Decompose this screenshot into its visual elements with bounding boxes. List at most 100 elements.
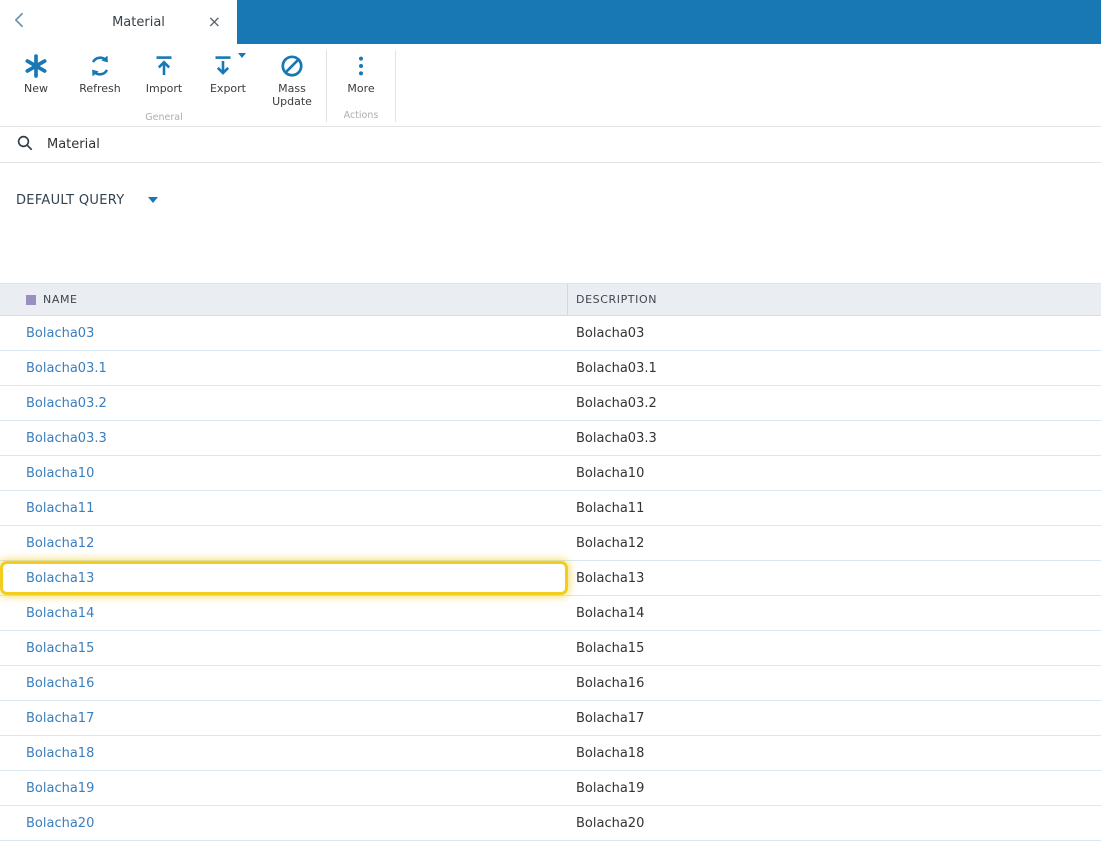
row-name-cell: Bolacha19 <box>0 771 568 805</box>
export-button[interactable]: Export <box>196 44 260 108</box>
column-header-description[interactable]: DESCRIPTION <box>568 284 1101 315</box>
back-button[interactable] <box>0 0 40 44</box>
column-type-marker-icon <box>26 294 36 305</box>
table-row[interactable]: Bolacha20 Bolacha20 <box>0 806 1101 841</box>
new-button[interactable]: New <box>4 44 68 108</box>
query-selector-label[interactable]: DEFAULT QUERY <box>16 193 124 208</box>
row-description: Bolacha17 <box>576 710 645 726</box>
row-name-cell: Bolacha12 <box>0 526 568 560</box>
title-bar <box>237 0 1101 44</box>
row-name-cell: Bolacha14 <box>0 596 568 630</box>
toolbar-separator <box>326 50 327 122</box>
row-description: Bolacha18 <box>576 745 645 761</box>
table-header: NAME DESCRIPTION <box>0 283 1101 316</box>
row-name-link[interactable]: Bolacha13 <box>26 571 94 586</box>
import-button[interactable]: Import <box>132 44 196 108</box>
results-table: NAME DESCRIPTION Bolacha03 Bolacha03 Bol… <box>0 283 1101 841</box>
table-row[interactable]: Bolacha11 Bolacha11 <box>0 491 1101 526</box>
row-name-link[interactable]: Bolacha15 <box>26 641 94 656</box>
more-vertical-dots-icon <box>349 51 373 81</box>
row-name-link[interactable]: Bolacha03.2 <box>26 396 107 411</box>
row-description: Bolacha03.1 <box>576 360 657 376</box>
row-name-cell: Bolacha16 <box>0 666 568 700</box>
query-dropdown-caret[interactable] <box>148 197 159 203</box>
toolbar: New Refresh Import Export Mass Update Ge… <box>0 44 1101 126</box>
row-description: Bolacha12 <box>576 535 645 551</box>
more-button[interactable]: More <box>329 44 393 106</box>
row-name-link[interactable]: Bolacha16 <box>26 676 94 691</box>
tab-material[interactable]: Material × <box>40 0 237 44</box>
tab-close-button[interactable]: × <box>208 14 221 30</box>
row-description: Bolacha14 <box>576 605 645 621</box>
row-description: Bolacha03 <box>576 325 645 341</box>
tab-area: Material × <box>0 0 237 44</box>
row-name-cell: Bolacha10 <box>0 456 568 490</box>
row-name-link[interactable]: Bolacha12 <box>26 536 94 551</box>
table-row[interactable]: Bolacha12 Bolacha12 <box>0 526 1101 561</box>
row-description: Bolacha13 <box>576 570 645 586</box>
row-name-cell: Bolacha03.3 <box>0 421 568 455</box>
refresh-icon <box>87 51 113 81</box>
export-button-label: Export <box>209 82 246 95</box>
app-window: Material × New Refresh Import Export Mas… <box>0 0 1101 862</box>
export-dropdown-caret[interactable] <box>237 53 246 58</box>
row-description: Bolacha11 <box>576 500 645 516</box>
mass-update-button[interactable]: Mass Update <box>260 44 324 108</box>
table-row[interactable]: Bolacha13 Bolacha13 <box>0 561 1101 596</box>
toolbar-separator <box>395 50 396 122</box>
table-row[interactable]: Bolacha03.2 Bolacha03.2 <box>0 386 1101 421</box>
query-selector: DEFAULT QUERY <box>16 190 1101 210</box>
mass-update-icon <box>279 51 305 81</box>
row-name-link[interactable]: Bolacha20 <box>26 816 94 831</box>
row-description: Bolacha03.2 <box>576 395 657 411</box>
table-row[interactable]: Bolacha16 Bolacha16 <box>0 666 1101 701</box>
row-name-link[interactable]: Bolacha03.1 <box>26 361 107 376</box>
row-name-cell: Bolacha03 <box>0 316 568 350</box>
more-button-label: More <box>347 82 375 95</box>
table-row[interactable]: Bolacha19 Bolacha19 <box>0 771 1101 806</box>
table-row[interactable]: Bolacha03.3 Bolacha03.3 <box>0 421 1101 456</box>
chevron-left-icon <box>10 10 30 34</box>
column-header-name[interactable]: NAME <box>0 284 568 315</box>
row-name-link[interactable]: Bolacha18 <box>26 746 94 761</box>
row-name-link[interactable]: Bolacha10 <box>26 466 94 481</box>
new-button-label: New <box>24 82 48 95</box>
row-name-cell: Bolacha17 <box>0 701 568 735</box>
row-name-link[interactable]: Bolacha03 <box>26 326 94 341</box>
table-row[interactable]: Bolacha03 Bolacha03 <box>0 316 1101 351</box>
search-icon <box>16 134 34 156</box>
tab-title: Material <box>112 14 165 30</box>
table-row[interactable]: Bolacha15 Bolacha15 <box>0 631 1101 666</box>
table-row[interactable]: Bolacha10 Bolacha10 <box>0 456 1101 491</box>
row-description: Bolacha19 <box>576 780 645 796</box>
row-name-cell: Bolacha20 <box>0 806 568 840</box>
table-row[interactable]: Bolacha18 Bolacha18 <box>0 736 1101 771</box>
row-description: Bolacha20 <box>576 815 645 831</box>
row-name-cell: Bolacha15 <box>0 631 568 665</box>
row-name-link[interactable]: Bolacha14 <box>26 606 94 621</box>
toolbar-group-label-actions: Actions <box>343 110 379 121</box>
row-name-cell: Bolacha18 <box>0 736 568 770</box>
table-row[interactable]: Bolacha03.1 Bolacha03.1 <box>0 351 1101 386</box>
row-name-cell: Bolacha03.2 <box>0 386 568 420</box>
row-description: Bolacha15 <box>576 640 645 656</box>
top-bar: Material × <box>0 0 1101 44</box>
search-input[interactable] <box>47 137 447 152</box>
new-asterisk-icon <box>23 51 49 81</box>
toolbar-group-actions: More Actions <box>329 44 393 126</box>
row-name-link[interactable]: Bolacha17 <box>26 711 94 726</box>
toolbar-group-label-general: General <box>145 112 183 124</box>
refresh-button-label: Refresh <box>79 82 121 95</box>
row-name-cell: Bolacha03.1 <box>0 351 568 385</box>
export-icon <box>211 51 246 81</box>
row-description: Bolacha16 <box>576 675 645 691</box>
table-row[interactable]: Bolacha17 Bolacha17 <box>0 701 1101 736</box>
row-name-link[interactable]: Bolacha03.3 <box>26 431 107 446</box>
refresh-button[interactable]: Refresh <box>68 44 132 108</box>
table-row[interactable]: Bolacha14 Bolacha14 <box>0 596 1101 631</box>
column-header-description-label: DESCRIPTION <box>576 293 658 306</box>
row-name-link[interactable]: Bolacha19 <box>26 781 94 796</box>
mass-update-button-label: Mass Update <box>272 82 312 109</box>
row-name-link[interactable]: Bolacha11 <box>26 501 94 516</box>
column-header-name-label: NAME <box>43 293 78 306</box>
